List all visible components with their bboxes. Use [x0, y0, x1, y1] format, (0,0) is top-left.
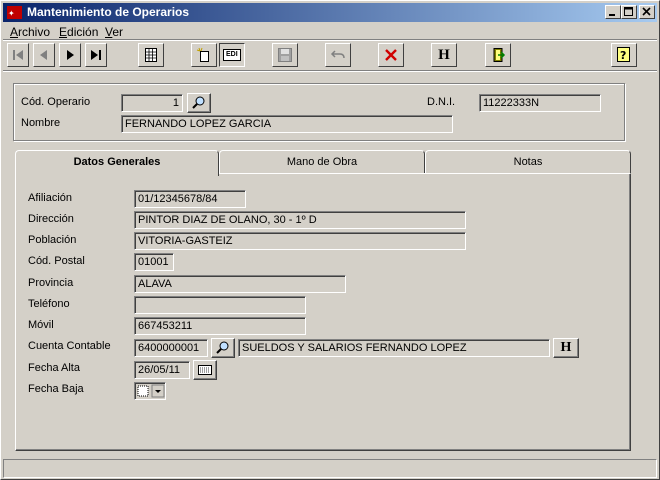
- fecha-alta-field[interactable]: 26/05/11: [134, 361, 190, 379]
- keyboard-calendar-icon: [198, 365, 212, 375]
- cod-operario-label: Cód. Operario: [21, 96, 91, 108]
- undo-button[interactable]: [325, 43, 351, 67]
- cuenta-contable-field[interactable]: 6400000001: [134, 339, 208, 357]
- window: ✦ Mantenimiento de Operarios Archivo Edi…: [0, 0, 660, 480]
- close-icon: [642, 7, 651, 16]
- fecha-alta-label: Fecha Alta: [28, 362, 80, 374]
- new-record-button[interactable]: [191, 43, 217, 67]
- cod-postal-field[interactable]: 01001: [134, 253, 174, 271]
- menu-edicion-mnemonic: E: [59, 25, 68, 39]
- minimize-icon: [609, 14, 615, 16]
- last-record-icon: [91, 50, 101, 60]
- nombre-label: Nombre: [21, 117, 61, 129]
- maximize-button[interactable]: [621, 5, 637, 19]
- poblacion-label: Población: [28, 234, 77, 246]
- cod-operario-field[interactable]: 1: [121, 94, 183, 112]
- svg-text:✦: ✦: [8, 9, 15, 18]
- magnifier-icon: [216, 341, 229, 354]
- dni-field[interactable]: 11222333N: [479, 94, 601, 112]
- nombre-field[interactable]: FERNANDO LOPEZ GARCIA: [121, 115, 453, 133]
- fecha-baja-picker[interactable]: [134, 382, 166, 400]
- delete-x-icon: [385, 49, 397, 61]
- close-button[interactable]: [639, 5, 655, 19]
- search-cuenta-button[interactable]: [211, 338, 235, 358]
- delete-button[interactable]: [378, 43, 404, 67]
- toolbar-separator: [3, 70, 657, 72]
- cuenta-contable-label: Cuenta Contable: [28, 340, 111, 352]
- menu-archivo-label: rchivo: [18, 25, 51, 39]
- cuenta-history-button[interactable]: H: [553, 338, 579, 358]
- provincia-label: Provincia: [28, 277, 74, 289]
- maximize-icon: [624, 7, 633, 16]
- edit-record-button[interactable]: EDI: [219, 43, 245, 67]
- history-button[interactable]: H: [431, 43, 457, 67]
- afiliacion-label: Afiliación: [28, 192, 73, 204]
- history-icon: H: [438, 46, 450, 63]
- fecha-baja-label: Fecha Baja: [28, 383, 84, 395]
- menu-ver[interactable]: Ver: [105, 25, 123, 39]
- tab-datos-generales[interactable]: Datos Generales: [15, 150, 219, 176]
- undo-icon: [330, 50, 345, 59]
- history-icon: H: [560, 340, 572, 355]
- last-record-button[interactable]: [85, 43, 107, 67]
- cuenta-descripcion-field[interactable]: SUELDOS Y SALARIOS FERNANDO LOPEZ: [238, 339, 550, 357]
- date-picker-dropdown-icon: [137, 384, 165, 398]
- help-question-icon: ?: [617, 47, 630, 62]
- next-record-button[interactable]: [59, 43, 81, 67]
- exit-button[interactable]: [485, 43, 511, 67]
- dni-label: D.N.I.: [427, 96, 456, 108]
- first-record-icon: [13, 50, 23, 60]
- movil-field[interactable]: 667453211: [134, 317, 306, 335]
- menu-archivo-mnemonic: A: [10, 25, 19, 39]
- minimize-button[interactable]: [605, 5, 621, 19]
- save-button[interactable]: [272, 43, 298, 67]
- edit-label: EDI: [226, 51, 238, 58]
- menu-ver-label: er: [112, 25, 124, 39]
- help-button[interactable]: ?: [611, 43, 637, 67]
- poblacion-field[interactable]: VITORIA-GASTEIZ: [134, 232, 466, 250]
- previous-record-button[interactable]: [33, 43, 55, 67]
- movil-label: Móvil: [28, 319, 54, 331]
- floppy-disk-icon: [278, 48, 292, 62]
- first-record-button[interactable]: [7, 43, 29, 67]
- search-operario-button[interactable]: [187, 93, 211, 113]
- provincia-field[interactable]: ALAVA: [134, 275, 346, 293]
- svg-text:?: ?: [620, 49, 626, 62]
- status-bar: [3, 459, 657, 478]
- magnifier-icon: [192, 96, 205, 109]
- afiliacion-field[interactable]: 01/12345678/84: [134, 190, 246, 208]
- app-icon: ✦: [7, 6, 22, 19]
- tab-notas[interactable]: Notas: [425, 150, 631, 174]
- fecha-alta-calendar-button[interactable]: [193, 360, 217, 380]
- tab-mano-de-obra[interactable]: Mano de Obra: [219, 150, 425, 174]
- previous-record-icon: [40, 50, 47, 60]
- direccion-field[interactable]: PINTOR DIAZ DE OLANO, 30 - 1º D: [134, 211, 466, 229]
- menu-archivo[interactable]: Archivo: [10, 25, 50, 39]
- telefono-field[interactable]: [134, 296, 306, 314]
- window-title: Mantenimiento de Operarios: [27, 5, 190, 19]
- next-record-icon: [67, 50, 74, 60]
- cod-postal-label: Cód. Postal: [28, 255, 85, 267]
- table-icon: [145, 48, 157, 62]
- exit-door-icon: [493, 48, 506, 62]
- title-bar[interactable]: ✦ Mantenimiento de Operarios: [3, 3, 657, 22]
- menu-separator: [3, 39, 657, 41]
- direccion-label: Dirección: [28, 213, 74, 225]
- menu-edicion[interactable]: Edición: [59, 25, 98, 39]
- telefono-label: Teléfono: [28, 298, 70, 310]
- new-document-icon: [196, 47, 209, 62]
- menu-edicion-label: dición: [67, 25, 99, 39]
- list-view-button[interactable]: [138, 43, 164, 67]
